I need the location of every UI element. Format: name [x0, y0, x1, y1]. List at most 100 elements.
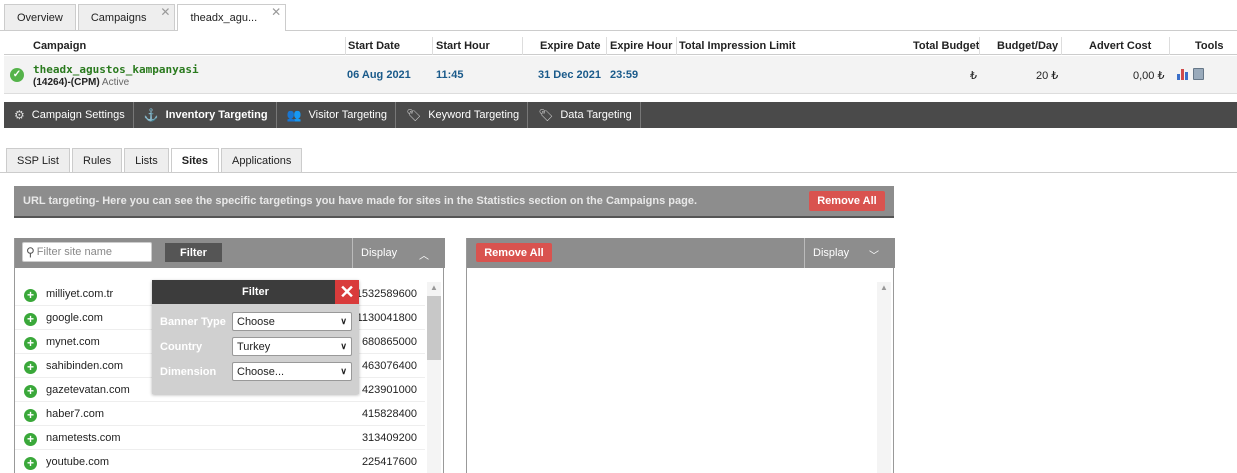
header-start-hour: Start Hour: [436, 40, 490, 52]
campaign-name-link[interactable]: theadx_agustos_kampanyasi: [33, 63, 199, 76]
campaign-row[interactable]: ✓ theadx_agustos_kampanyasi (14264)-(CPM…: [4, 56, 1237, 94]
scrollbar-thumb[interactable]: [427, 296, 441, 360]
users-icon: 👥: [286, 108, 302, 122]
add-icon[interactable]: +: [24, 337, 37, 350]
tab-sites[interactable]: Sites: [170, 148, 220, 173]
campaign-id-type: (14264)-(CPM): [33, 77, 100, 88]
remove-all-selected-button[interactable]: Remove All: [476, 243, 552, 262]
selected-sites-panel: Remove All Display ﹀ ▲: [466, 238, 895, 473]
site-name: youtube.com: [46, 456, 109, 468]
nav-campaign-settings[interactable]: ⚙ Campaign Settings: [4, 102, 134, 128]
header-budget-day: Budget/Day: [997, 40, 1059, 52]
start-hour-value: 11:45: [436, 69, 464, 81]
inventory-sub-tabs: SSP List Rules Lists Sites Applications: [6, 148, 304, 173]
close-icon[interactable]: ✕: [271, 6, 281, 18]
display-sort-header[interactable]: Display ﹀: [804, 238, 895, 268]
statistics-chart-icon[interactable]: [1177, 68, 1188, 80]
add-icon[interactable]: +: [24, 433, 37, 446]
country-label: Country: [160, 341, 203, 353]
add-icon[interactable]: +: [24, 457, 37, 470]
start-date-value: 06 Aug 2021: [347, 69, 411, 81]
add-icon[interactable]: +: [24, 289, 37, 302]
expire-hour-value: 23:59: [610, 69, 639, 81]
report-icon[interactable]: [1193, 68, 1204, 80]
tab-label: Overview: [17, 11, 63, 24]
tab-applications[interactable]: Applications: [221, 148, 303, 172]
filter-popup: Filter ✕ Banner Type Choose ∨ Country Tu…: [152, 280, 359, 394]
selected-sites-scrollbar[interactable]: ▲: [877, 282, 891, 473]
filter-button[interactable]: Filter: [165, 243, 222, 262]
campaign-status: Active: [101, 77, 130, 88]
site-value: 415828400: [361, 408, 417, 420]
sites-scrollbar[interactable]: ▲: [427, 282, 441, 473]
remove-all-button[interactable]: Remove All: [809, 191, 885, 211]
search-placeholder: Filter site name: [36, 246, 112, 258]
chevron-down-icon: ∨: [340, 366, 347, 376]
header-advert-cost: Advert Cost: [1089, 40, 1152, 52]
close-icon[interactable]: ✕: [160, 6, 170, 18]
site-row[interactable]: + youtube.com 225417600: [15, 450, 425, 473]
site-search-input[interactable]: ⚲ Filter site name: [22, 242, 152, 262]
url-targeting-info: URL targeting- Here you can see the spec…: [14, 186, 894, 218]
site-name: haber7.com: [46, 408, 105, 420]
dimension-label: Dimension: [160, 366, 217, 378]
chevron-down-icon: ∨: [340, 316, 347, 326]
gear-icon: ⚙: [14, 108, 25, 122]
campaign-meta: (14264)-(CPM) Active: [33, 77, 129, 88]
tab-ssp-list[interactable]: SSP List: [6, 148, 70, 172]
dimension-select[interactable]: Choose... ∨: [232, 362, 352, 381]
info-text: URL targeting- Here you can see the spec…: [23, 195, 698, 207]
scroll-up-arrow-icon[interactable]: ▲: [430, 283, 438, 292]
chevron-down-icon: ﹀: [869, 251, 879, 262]
banner-type-select[interactable]: Choose ∨: [232, 312, 352, 331]
tab-campaign-detail[interactable]: theadx_agu... ✕: [177, 4, 287, 31]
header-total-budget: Total Budget: [913, 40, 980, 52]
total-budget-value: ₺: [970, 70, 977, 82]
site-name: mynet.com: [46, 336, 100, 348]
tab-campaigns[interactable]: Campaigns ✕: [77, 4, 176, 30]
display-sort-header[interactable]: Display ︿: [352, 238, 445, 268]
country-select[interactable]: Turkey ∨: [232, 337, 352, 356]
site-name: milliyet.com.tr: [46, 288, 114, 300]
header-expire-date: Expire Date: [540, 40, 601, 52]
nav-inventory-targeting[interactable]: ⚓ Inventory Targeting: [134, 102, 277, 128]
close-icon[interactable]: ✕: [335, 280, 359, 304]
nav-data-targeting[interactable]: 🏷 Data Targeting: [528, 102, 641, 128]
nav-keyword-targeting[interactable]: 🏷 Keyword Targeting: [396, 102, 529, 128]
banner-type-value: Choose: [237, 315, 275, 328]
add-icon[interactable]: +: [24, 409, 37, 422]
nav-visitor-targeting[interactable]: 👥 Visitor Targeting: [277, 102, 396, 128]
tab-rules[interactable]: Rules: [72, 148, 123, 172]
site-value: 225417600: [361, 456, 417, 468]
nav-label: Keyword Targeting: [428, 109, 520, 121]
top-tab-bar: Overview Campaigns ✕ theadx_agu... ✕: [4, 4, 288, 31]
data-tag-icon: 🏷: [538, 108, 554, 122]
site-row[interactable]: + haber7.com 415828400: [15, 402, 425, 426]
site-row[interactable]: + nametests.com 313409200: [15, 426, 425, 450]
nav-label: Visitor Targeting: [308, 109, 387, 121]
nav-label: Data Targeting: [560, 109, 632, 121]
filter-popup-title: Filter: [152, 280, 359, 304]
anchor-icon: ⚓: [143, 108, 159, 122]
banner-type-label: Banner Type: [160, 316, 226, 328]
add-icon[interactable]: +: [24, 385, 37, 398]
tab-lists[interactable]: Lists: [124, 148, 169, 172]
site-value: 1130041800: [356, 312, 417, 324]
display-label: Display: [813, 247, 850, 259]
header-impression-limit: Total Impression Limit: [679, 40, 796, 52]
tab-overview[interactable]: Overview: [4, 4, 76, 30]
dimension-value: Choose...: [237, 365, 285, 378]
sub-tab-divider: [0, 172, 1237, 173]
nav-label: Campaign Settings: [31, 109, 125, 121]
budget-day-value: 20 ₺: [1036, 70, 1059, 82]
add-icon[interactable]: +: [24, 313, 37, 326]
site-name: nametests.com: [46, 432, 121, 444]
add-icon[interactable]: +: [24, 361, 37, 374]
header-expire-hour: Expire Hour: [610, 40, 673, 52]
tab-label: Campaigns: [90, 11, 147, 24]
scroll-up-arrow-icon[interactable]: ▲: [880, 283, 888, 292]
site-value: 680865000: [361, 336, 417, 348]
search-icon: ⚲: [26, 245, 35, 259]
sites-panel-header: ⚲ Filter site name Filter Display ︿: [15, 238, 445, 268]
advert-cost-value: 0,00 ₺: [1133, 70, 1165, 82]
